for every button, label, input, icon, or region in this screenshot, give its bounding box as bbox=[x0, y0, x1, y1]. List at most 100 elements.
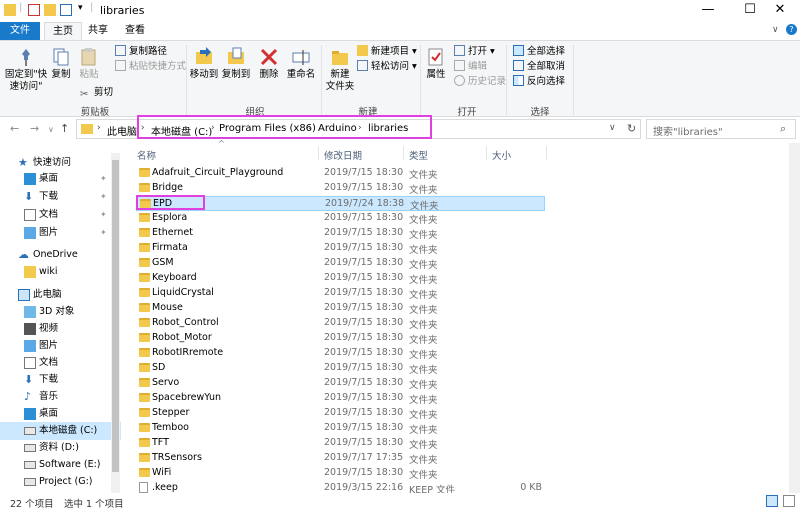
details-view-icon[interactable] bbox=[766, 495, 778, 507]
properties-quick-icon[interactable] bbox=[28, 4, 40, 16]
table-row[interactable]: Temboo 2019/7/15 18:30 文件夹 bbox=[136, 421, 545, 436]
paste-shortcut-button[interactable]: 粘贴快捷方式 bbox=[115, 60, 186, 74]
table-row[interactable]: Ethernet 2019/7/15 18:30 文件夹 bbox=[136, 226, 545, 241]
copy-path-button[interactable]: 复制路径 bbox=[115, 45, 167, 59]
open-icon bbox=[454, 45, 465, 56]
column-type[interactable]: 类型 bbox=[409, 148, 428, 162]
folder-icon bbox=[4, 4, 16, 16]
column-divider[interactable] bbox=[318, 146, 319, 160]
address-dropdown-icon[interactable]: ∨ bbox=[609, 123, 616, 133]
properties-button[interactable]: 属性 bbox=[423, 47, 449, 81]
table-row[interactable]: Esplora 2019/7/15 18:30 文件夹 bbox=[136, 211, 545, 226]
nav-documents[interactable]: 文档 ✦ bbox=[0, 206, 121, 224]
tab-share[interactable]: 共享 bbox=[84, 22, 112, 40]
copy-button[interactable]: 复制 bbox=[48, 47, 74, 81]
table-row[interactable]: Servo 2019/7/15 18:30 文件夹 bbox=[136, 376, 545, 391]
nav-music[interactable]: ♪ 音乐 bbox=[0, 388, 121, 406]
new-folder-quick-icon[interactable] bbox=[44, 4, 56, 16]
table-row[interactable]: TFT 2019/7/15 18:30 文件夹 bbox=[136, 436, 545, 451]
table-row[interactable]: Bridge 2019/7/15 18:30 文件夹 bbox=[136, 181, 545, 196]
search-icon[interactable]: ⌕ bbox=[780, 122, 786, 136]
chevron-right-icon[interactable]: › bbox=[97, 123, 101, 133]
invert-selection-button[interactable]: 反向选择 bbox=[513, 75, 565, 89]
nav-scrollbar-thumb[interactable] bbox=[112, 160, 119, 472]
select-none-button[interactable]: 全部取消 bbox=[513, 60, 565, 74]
table-row[interactable]: Keyboard 2019/7/15 18:30 文件夹 bbox=[136, 271, 545, 286]
table-row[interactable]: SpacebrewYun 2019/7/15 18:30 文件夹 bbox=[136, 391, 545, 406]
column-size[interactable]: 大小 bbox=[492, 148, 511, 162]
nav-documents-pc[interactable]: 文档 bbox=[0, 354, 121, 372]
column-date[interactable]: 修改日期 bbox=[324, 148, 362, 162]
new-folder-button[interactable]: 新建 文件夹 bbox=[323, 47, 357, 93]
close-button[interactable]: ✕ bbox=[760, 0, 800, 22]
quick-access-dropdown-icon[interactable]: ▾ bbox=[78, 3, 83, 13]
refresh-icon[interactable]: ↻ bbox=[627, 122, 636, 135]
table-row[interactable]: GSM 2019/7/15 18:30 文件夹 bbox=[136, 256, 545, 271]
table-row[interactable]: SD 2019/7/15 18:30 文件夹 bbox=[136, 361, 545, 376]
nav-downloads-pc[interactable]: ⬇ 下载 bbox=[0, 371, 121, 389]
paste-button[interactable]: 粘贴 bbox=[76, 47, 102, 81]
forward-arrow-icon[interactable]: → bbox=[30, 122, 39, 135]
copy-path-label: 复制路径 bbox=[129, 46, 168, 57]
column-divider[interactable] bbox=[546, 146, 547, 160]
tab-file[interactable]: 文件 bbox=[0, 22, 40, 40]
new-item-button[interactable]: 新建项目 ▾ bbox=[357, 45, 417, 59]
nav-desktop-pc[interactable]: 桌面 bbox=[0, 405, 121, 423]
edit-button[interactable]: 编辑 bbox=[454, 60, 487, 74]
column-name[interactable]: 名称 bbox=[137, 148, 156, 162]
up-arrow-icon[interactable]: ↑ bbox=[60, 122, 69, 135]
pin-quick-access-button[interactable]: 固定到"快 速访问" bbox=[4, 47, 48, 93]
table-row[interactable]: Adafruit_Circuit_Playground 2019/7/15 18:… bbox=[136, 166, 545, 181]
table-row[interactable]: Stepper 2019/7/15 18:30 文件夹 bbox=[136, 406, 545, 421]
nav-pictures-pc[interactable]: 图片 bbox=[0, 337, 121, 355]
help-icon[interactable]: ? bbox=[786, 24, 797, 35]
file-list-scrollbar[interactable] bbox=[789, 143, 800, 493]
nav-label: 本地磁盘 (C:) bbox=[39, 425, 98, 436]
nav-onedrive[interactable]: ☁ OneDrive bbox=[0, 246, 121, 264]
nav-this-pc[interactable]: 此电脑 bbox=[0, 286, 121, 304]
nav-downloads[interactable]: ⬇ 下载 ✦ bbox=[0, 188, 121, 206]
nav-3d-objects[interactable]: 3D 对象 bbox=[0, 303, 121, 321]
tab-view[interactable]: 查看 bbox=[118, 22, 152, 40]
recent-dropdown-icon[interactable]: ∨ bbox=[48, 125, 54, 134]
pin-icon[interactable]: ✦ bbox=[100, 224, 107, 242]
table-row[interactable]: WiFi 2019/7/15 18:30 文件夹 bbox=[136, 466, 545, 481]
nav-wiki[interactable]: wiki bbox=[0, 263, 121, 281]
rename-button[interactable]: 重命名 bbox=[284, 47, 318, 81]
large-icons-view-icon[interactable] bbox=[783, 495, 795, 507]
cut-button[interactable]: ✂ 剪切 bbox=[80, 86, 113, 100]
history-button[interactable]: 历史记录 bbox=[454, 75, 506, 89]
open-button[interactable]: 打开 ▾ bbox=[454, 45, 495, 59]
table-row[interactable]: LiquidCrystal 2019/7/15 18:30 文件夹 bbox=[136, 286, 545, 301]
pin-icon[interactable]: ✦ bbox=[100, 170, 107, 188]
nav-software-e[interactable]: Software (E:) bbox=[0, 456, 121, 474]
select-all-button[interactable]: 全部选择 bbox=[513, 45, 565, 59]
table-row[interactable]: Mouse 2019/7/15 18:30 文件夹 bbox=[136, 301, 545, 316]
nav-desktop[interactable]: 桌面 ✦ bbox=[0, 170, 121, 188]
tab-home[interactable]: 主页 bbox=[44, 22, 82, 40]
nav-data-d[interactable]: 资料 (D:) bbox=[0, 439, 121, 457]
table-row[interactable]: Firmata 2019/7/15 18:30 文件夹 bbox=[136, 241, 545, 256]
expand-ribbon-icon[interactable]: ∨ bbox=[772, 25, 779, 35]
pin-icon[interactable]: ✦ bbox=[100, 206, 107, 224]
crumb-this-pc[interactable]: 此电脑 bbox=[107, 123, 137, 138]
table-row[interactable]: TRSensors 2019/7/17 17:35 文件夹 bbox=[136, 451, 545, 466]
nav-pictures[interactable]: 图片 ✦ bbox=[0, 224, 121, 242]
copy-to-button[interactable]: 复制到 bbox=[220, 47, 252, 81]
minimize-button[interactable]: — bbox=[688, 0, 728, 22]
table-row[interactable]: Robot_Motor 2019/7/15 18:30 文件夹 bbox=[136, 331, 545, 346]
table-row[interactable]: Robot_Control 2019/7/15 18:30 文件夹 bbox=[136, 316, 545, 331]
table-row[interactable]: RobotIRremote 2019/7/15 18:30 文件夹 bbox=[136, 346, 545, 361]
nav-local-disk[interactable]: 本地磁盘 (C:) bbox=[0, 422, 121, 440]
nav-videos[interactable]: 视频 bbox=[0, 320, 121, 338]
easy-access-button[interactable]: 轻松访问 ▾ bbox=[357, 60, 417, 74]
nav-project-g[interactable]: Project (G:) bbox=[0, 473, 121, 491]
view-quick-icon[interactable] bbox=[60, 4, 72, 16]
column-divider[interactable] bbox=[486, 146, 487, 160]
pin-icon[interactable]: ✦ bbox=[100, 188, 107, 206]
column-divider[interactable] bbox=[403, 146, 404, 160]
delete-button[interactable]: 删除 bbox=[256, 47, 282, 81]
move-to-button[interactable]: 移动到 bbox=[188, 47, 220, 81]
back-arrow-icon[interactable]: ← bbox=[10, 122, 19, 135]
search-input[interactable]: 搜索"libraries" bbox=[646, 119, 796, 139]
